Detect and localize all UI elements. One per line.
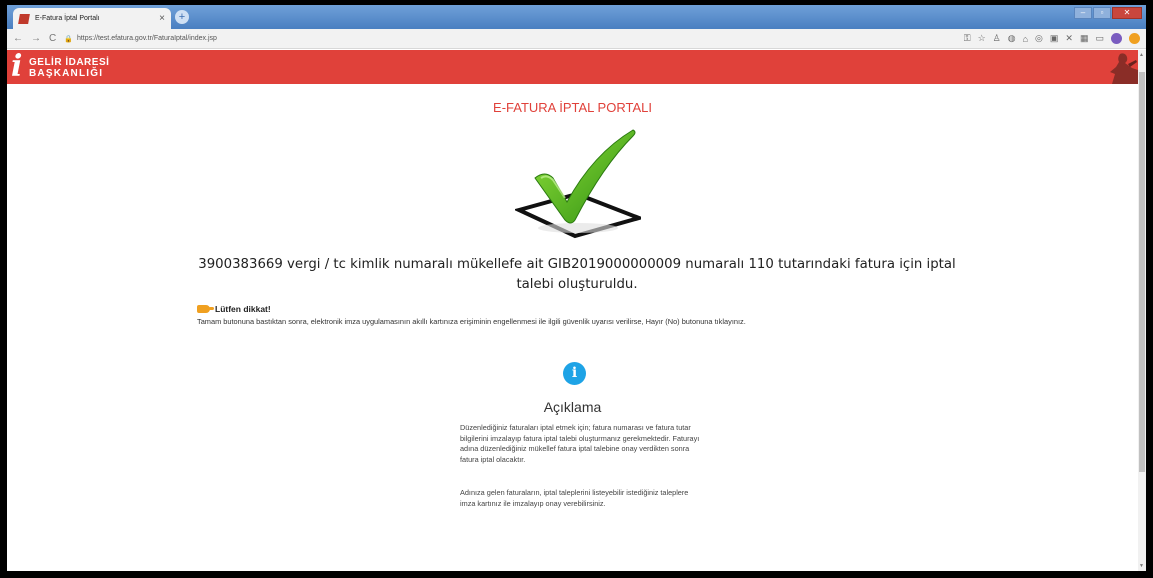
new-tab-button[interactable]: + xyxy=(175,10,189,24)
statue-icon xyxy=(1110,53,1138,84)
extension-icons: ⚿ ☆ ♙ ◍ ⌂ ◎ ▣ ✕ ▦ ▭ xyxy=(964,33,1140,44)
vertical-scrollbar[interactable]: ▲ ▼ xyxy=(1138,50,1146,571)
extension-shield-icon[interactable]: ◍ xyxy=(1008,33,1016,44)
close-window-button[interactable]: ✕ xyxy=(1112,7,1142,19)
page-title: E-FATURA İPTAL PORTALI xyxy=(493,100,652,115)
tab-close-icon[interactable]: × xyxy=(159,13,165,24)
description-paragraph-1: Düzenlediğiniz faturaları iptal etmek iç… xyxy=(460,423,700,464)
key-icon[interactable]: ⚿ xyxy=(964,33,971,44)
info-icon: i xyxy=(563,362,586,385)
minimize-button[interactable]: – xyxy=(1074,7,1092,19)
tab-strip: E-Fatura İptal Portalı × + – ▫ ✕ xyxy=(7,5,1146,29)
forward-icon[interactable]: → xyxy=(31,33,41,44)
address-bar[interactable]: https://test.efatura.gov.tr/FaturaIptal/… xyxy=(77,35,217,42)
address-toolbar: ← → C 🔒 https://test.efatura.gov.tr/Fatu… xyxy=(7,29,1146,49)
extension-orange-icon[interactable] xyxy=(1129,33,1140,44)
extension-cross-icon[interactable]: ✕ xyxy=(1065,33,1073,44)
notice-heading-text: Lütfen dikkat! xyxy=(215,304,271,314)
extension-grid-icon[interactable]: ▦ xyxy=(1080,33,1089,44)
hand-pointing-icon xyxy=(197,305,214,313)
reload-icon[interactable]: C xyxy=(49,33,56,44)
logo-line-1: GELİR İDARESİ xyxy=(29,57,110,68)
lock-icon[interactable]: 🔒 xyxy=(64,35,73,43)
extension-person-icon[interactable]: ♙ xyxy=(993,33,1001,44)
profile-avatar[interactable] xyxy=(1111,33,1122,44)
star-icon[interactable]: ☆ xyxy=(978,33,986,44)
description-title: Açıklama xyxy=(543,399,602,415)
scroll-thumb[interactable] xyxy=(1139,72,1145,472)
browser-tab[interactable]: E-Fatura İptal Portalı × xyxy=(13,8,171,29)
logo-line-2: BAŞKANLIĞI xyxy=(29,68,104,79)
description-paragraph-2: Adınıza gelen faturaların, iptal taleple… xyxy=(460,488,689,508)
window-controls: – ▫ ✕ xyxy=(1074,7,1142,19)
gib-logo-icon: i xyxy=(11,49,23,84)
scroll-down-icon[interactable]: ▼ xyxy=(1139,563,1144,569)
favicon-icon xyxy=(18,13,30,24)
cast-icon[interactable]: ▭ xyxy=(1095,33,1104,44)
notice-heading: Lütfen dikkat! xyxy=(197,304,271,314)
notice-text: Tamam butonuna bastıktan sonra, elektron… xyxy=(197,317,746,326)
extension-lock-icon[interactable]: ⌂ xyxy=(1023,34,1028,44)
main-content: E-FATURA İPTAL PORTALI 3900383669 vergi … xyxy=(7,84,1138,571)
scroll-up-icon[interactable]: ▲ xyxy=(1139,52,1144,58)
extension-square-icon[interactable]: ▣ xyxy=(1050,33,1059,44)
maximize-button[interactable]: ▫ xyxy=(1093,7,1111,19)
result-message: 3900383669 vergi / tc kimlik numaralı mü… xyxy=(198,257,956,292)
header-banner: i GELİR İDARESİ BAŞKANLIĞI xyxy=(7,50,1138,84)
extension-circle-icon[interactable]: ◎ xyxy=(1035,33,1043,44)
browser-window: E-Fatura İptal Portalı × + – ▫ ✕ ← → C 🔒… xyxy=(7,5,1146,571)
back-icon[interactable]: ← xyxy=(13,33,23,44)
check-mark-icon xyxy=(515,129,641,239)
tab-title: E-Fatura İptal Portalı xyxy=(35,15,100,22)
